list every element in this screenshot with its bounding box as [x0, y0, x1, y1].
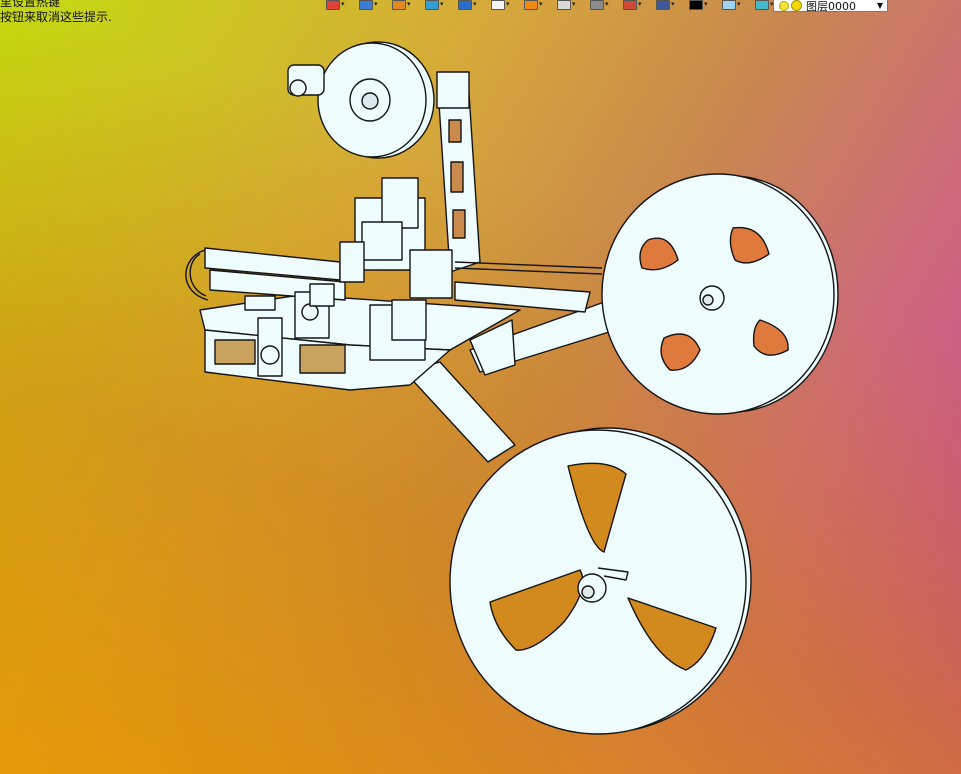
lower-arm	[404, 361, 516, 463]
regulator-gauge	[260, 345, 280, 365]
motor-flange	[391, 299, 427, 341]
side-bracket	[339, 241, 365, 283]
top-reel-shaft	[361, 92, 379, 110]
tape-line	[454, 261, 603, 269]
roller-block	[309, 283, 335, 307]
frame-window	[299, 344, 346, 374]
top-knob	[289, 79, 307, 97]
cad-viewport[interactable]	[0, 0, 961, 774]
tape-line	[454, 267, 603, 275]
guide-block	[409, 249, 453, 299]
frame-window	[214, 339, 256, 365]
cylinder-unit	[381, 177, 419, 229]
tower-motor	[436, 71, 470, 109]
bottom-reel-shaft	[581, 585, 595, 599]
right-reel-shaft	[702, 294, 714, 306]
tower-slot	[450, 161, 464, 193]
tower-slot	[452, 209, 466, 239]
slide-block	[361, 221, 403, 261]
tower-slot	[448, 119, 462, 143]
conveyor-belt	[189, 253, 207, 297]
clamp-block	[244, 295, 276, 311]
